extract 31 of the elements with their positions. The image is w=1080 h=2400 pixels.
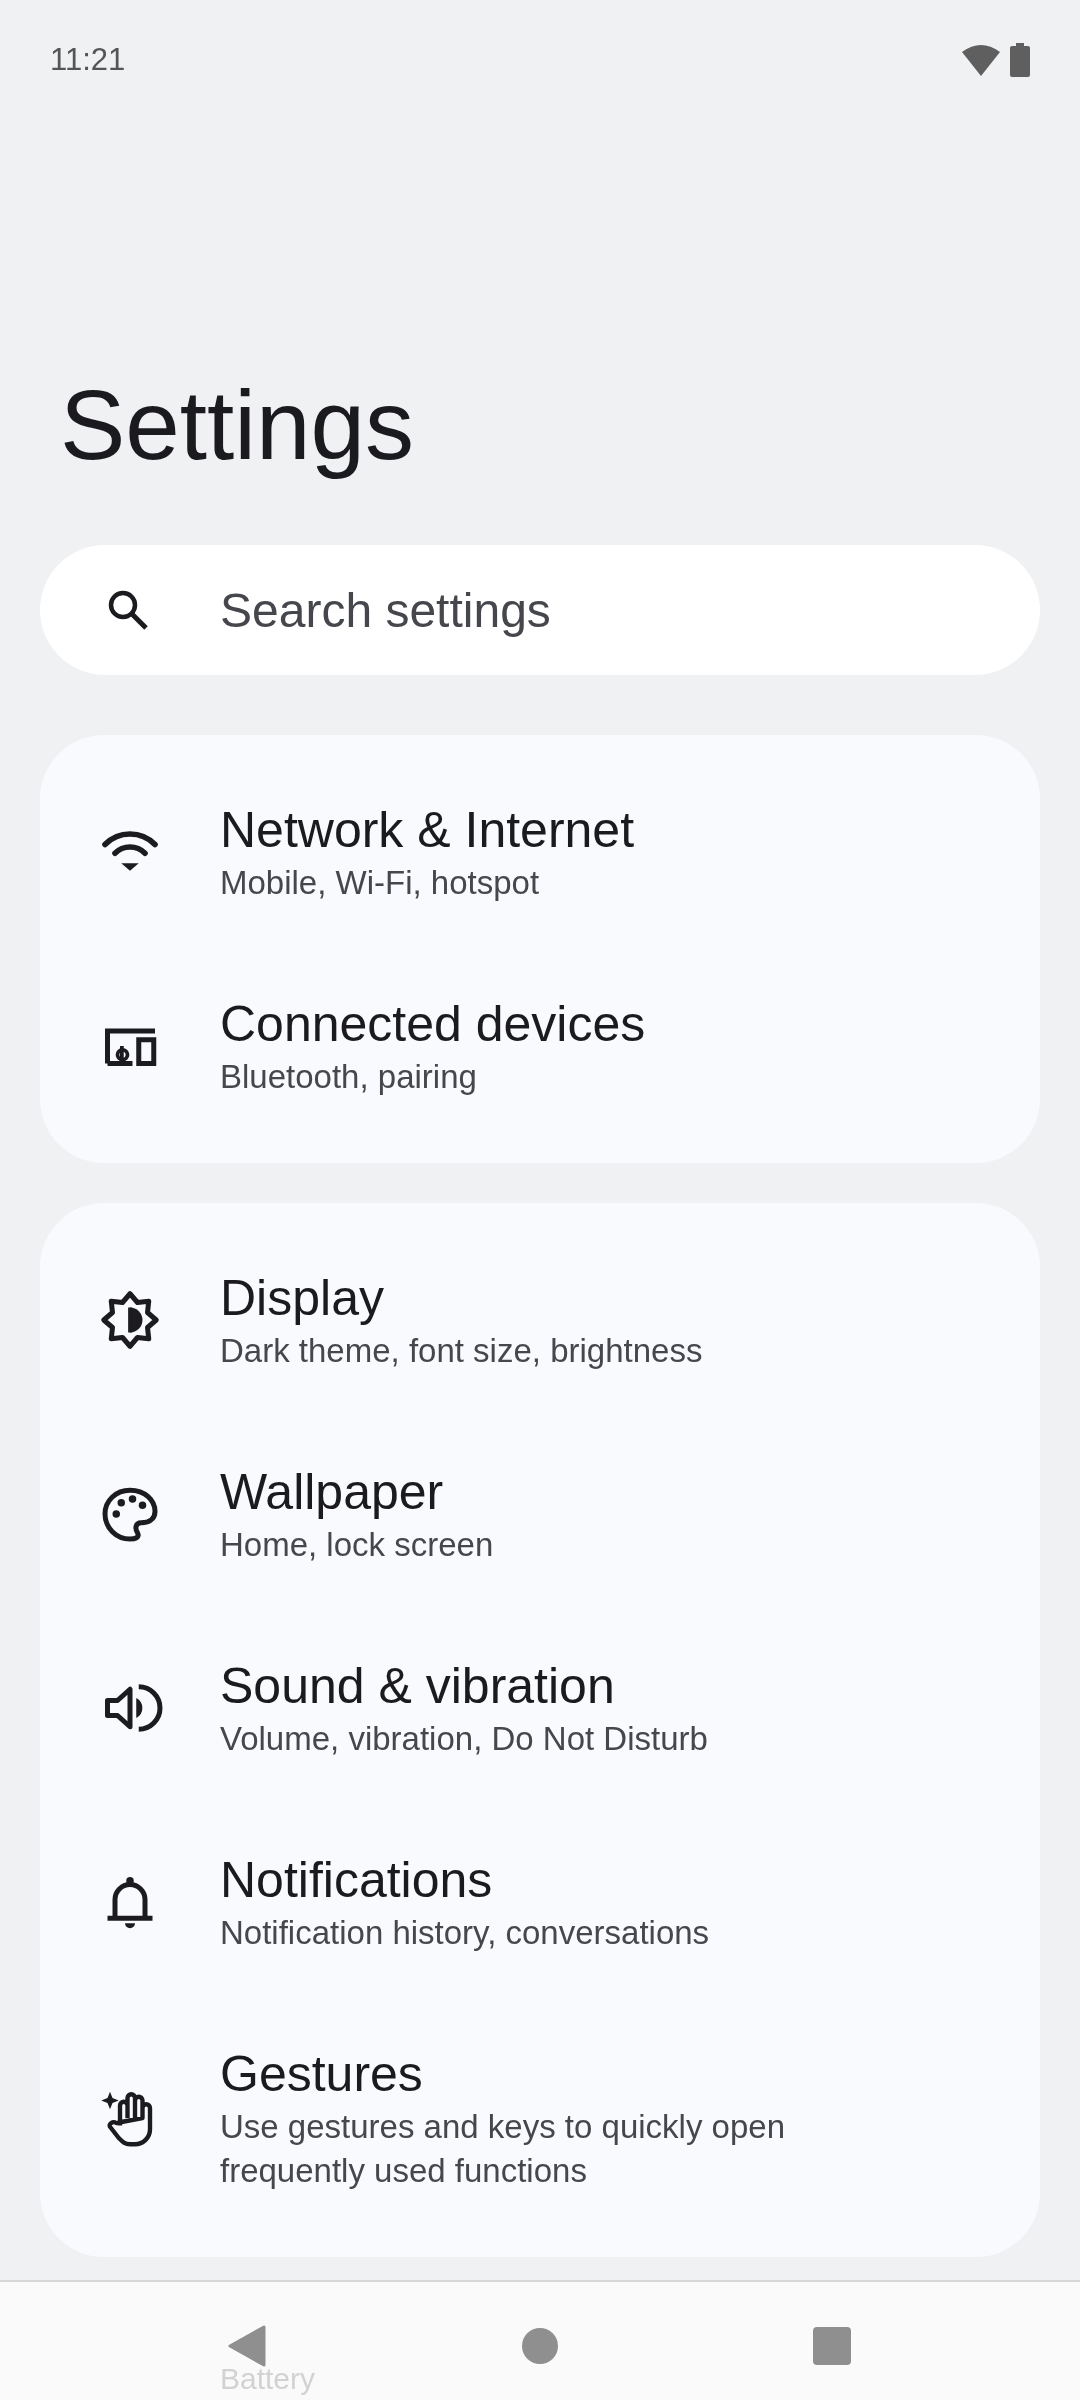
- wifi-icon: [962, 44, 1000, 76]
- item-title: Display: [220, 1269, 385, 1328]
- item-summary: Volume, vibration, Do Not Disturb: [220, 1719, 708, 1759]
- settings-item[interactable]: Notifications Notification history, conversations: [40, 1805, 1040, 1999]
- item-summary: Bluetooth, pairing: [220, 1057, 478, 1097]
- settings-item[interactable]: Display Dark theme, font size, brightness: [40, 1223, 1040, 1417]
- item-title: Notifications: [220, 1851, 494, 1910]
- settings-item[interactable]: Sound & vibration Volume, vibration, Do Not Disturb: [40, 1611, 1040, 1805]
- item-title: Sound & vibration: [220, 1657, 616, 1716]
- battery-icon: [1010, 43, 1030, 77]
- item-summary: Notification history, conversations: [220, 1913, 710, 1953]
- item-summary: Home, lock screen: [220, 1525, 494, 1565]
- home-icon: [521, 2327, 559, 2365]
- settings-item[interactable]: Network & Internet Mobile, Wi-Fi, hotspot: [40, 755, 1040, 949]
- item-title: Connected devices: [220, 995, 646, 1054]
- settings-item[interactable]: Wallpaper Home, lock screen: [40, 1417, 1040, 1611]
- page-title: Settings: [60, 369, 416, 482]
- item-summary: Dark theme, font size, brightness: [220, 1331, 703, 1371]
- clock-time: 11:21: [50, 42, 126, 78]
- settings-item[interactable]: Connected devices Bluetooth, pairing: [40, 949, 1040, 1143]
- brightness-icon: [100, 1290, 160, 1350]
- search-field[interactable]: Search settings: [40, 545, 1040, 675]
- item-summary: Mobile, Wi-Fi, hotspot: [220, 863, 541, 903]
- back-icon: [228, 2325, 268, 2367]
- item-title: Gestures: [220, 2045, 424, 2104]
- search-icon: [106, 588, 150, 632]
- settings-item[interactable]: Gestures Use gestures and keys to quickly open frequently used functions: [40, 1999, 1040, 2237]
- item-title: Network & Internet: [220, 801, 635, 860]
- recents-icon: [813, 2327, 851, 2365]
- item-summary: Use gestures and keys to quickly open frequently used functions: [220, 2107, 786, 2191]
- item-title: Wallpaper: [220, 1463, 445, 1522]
